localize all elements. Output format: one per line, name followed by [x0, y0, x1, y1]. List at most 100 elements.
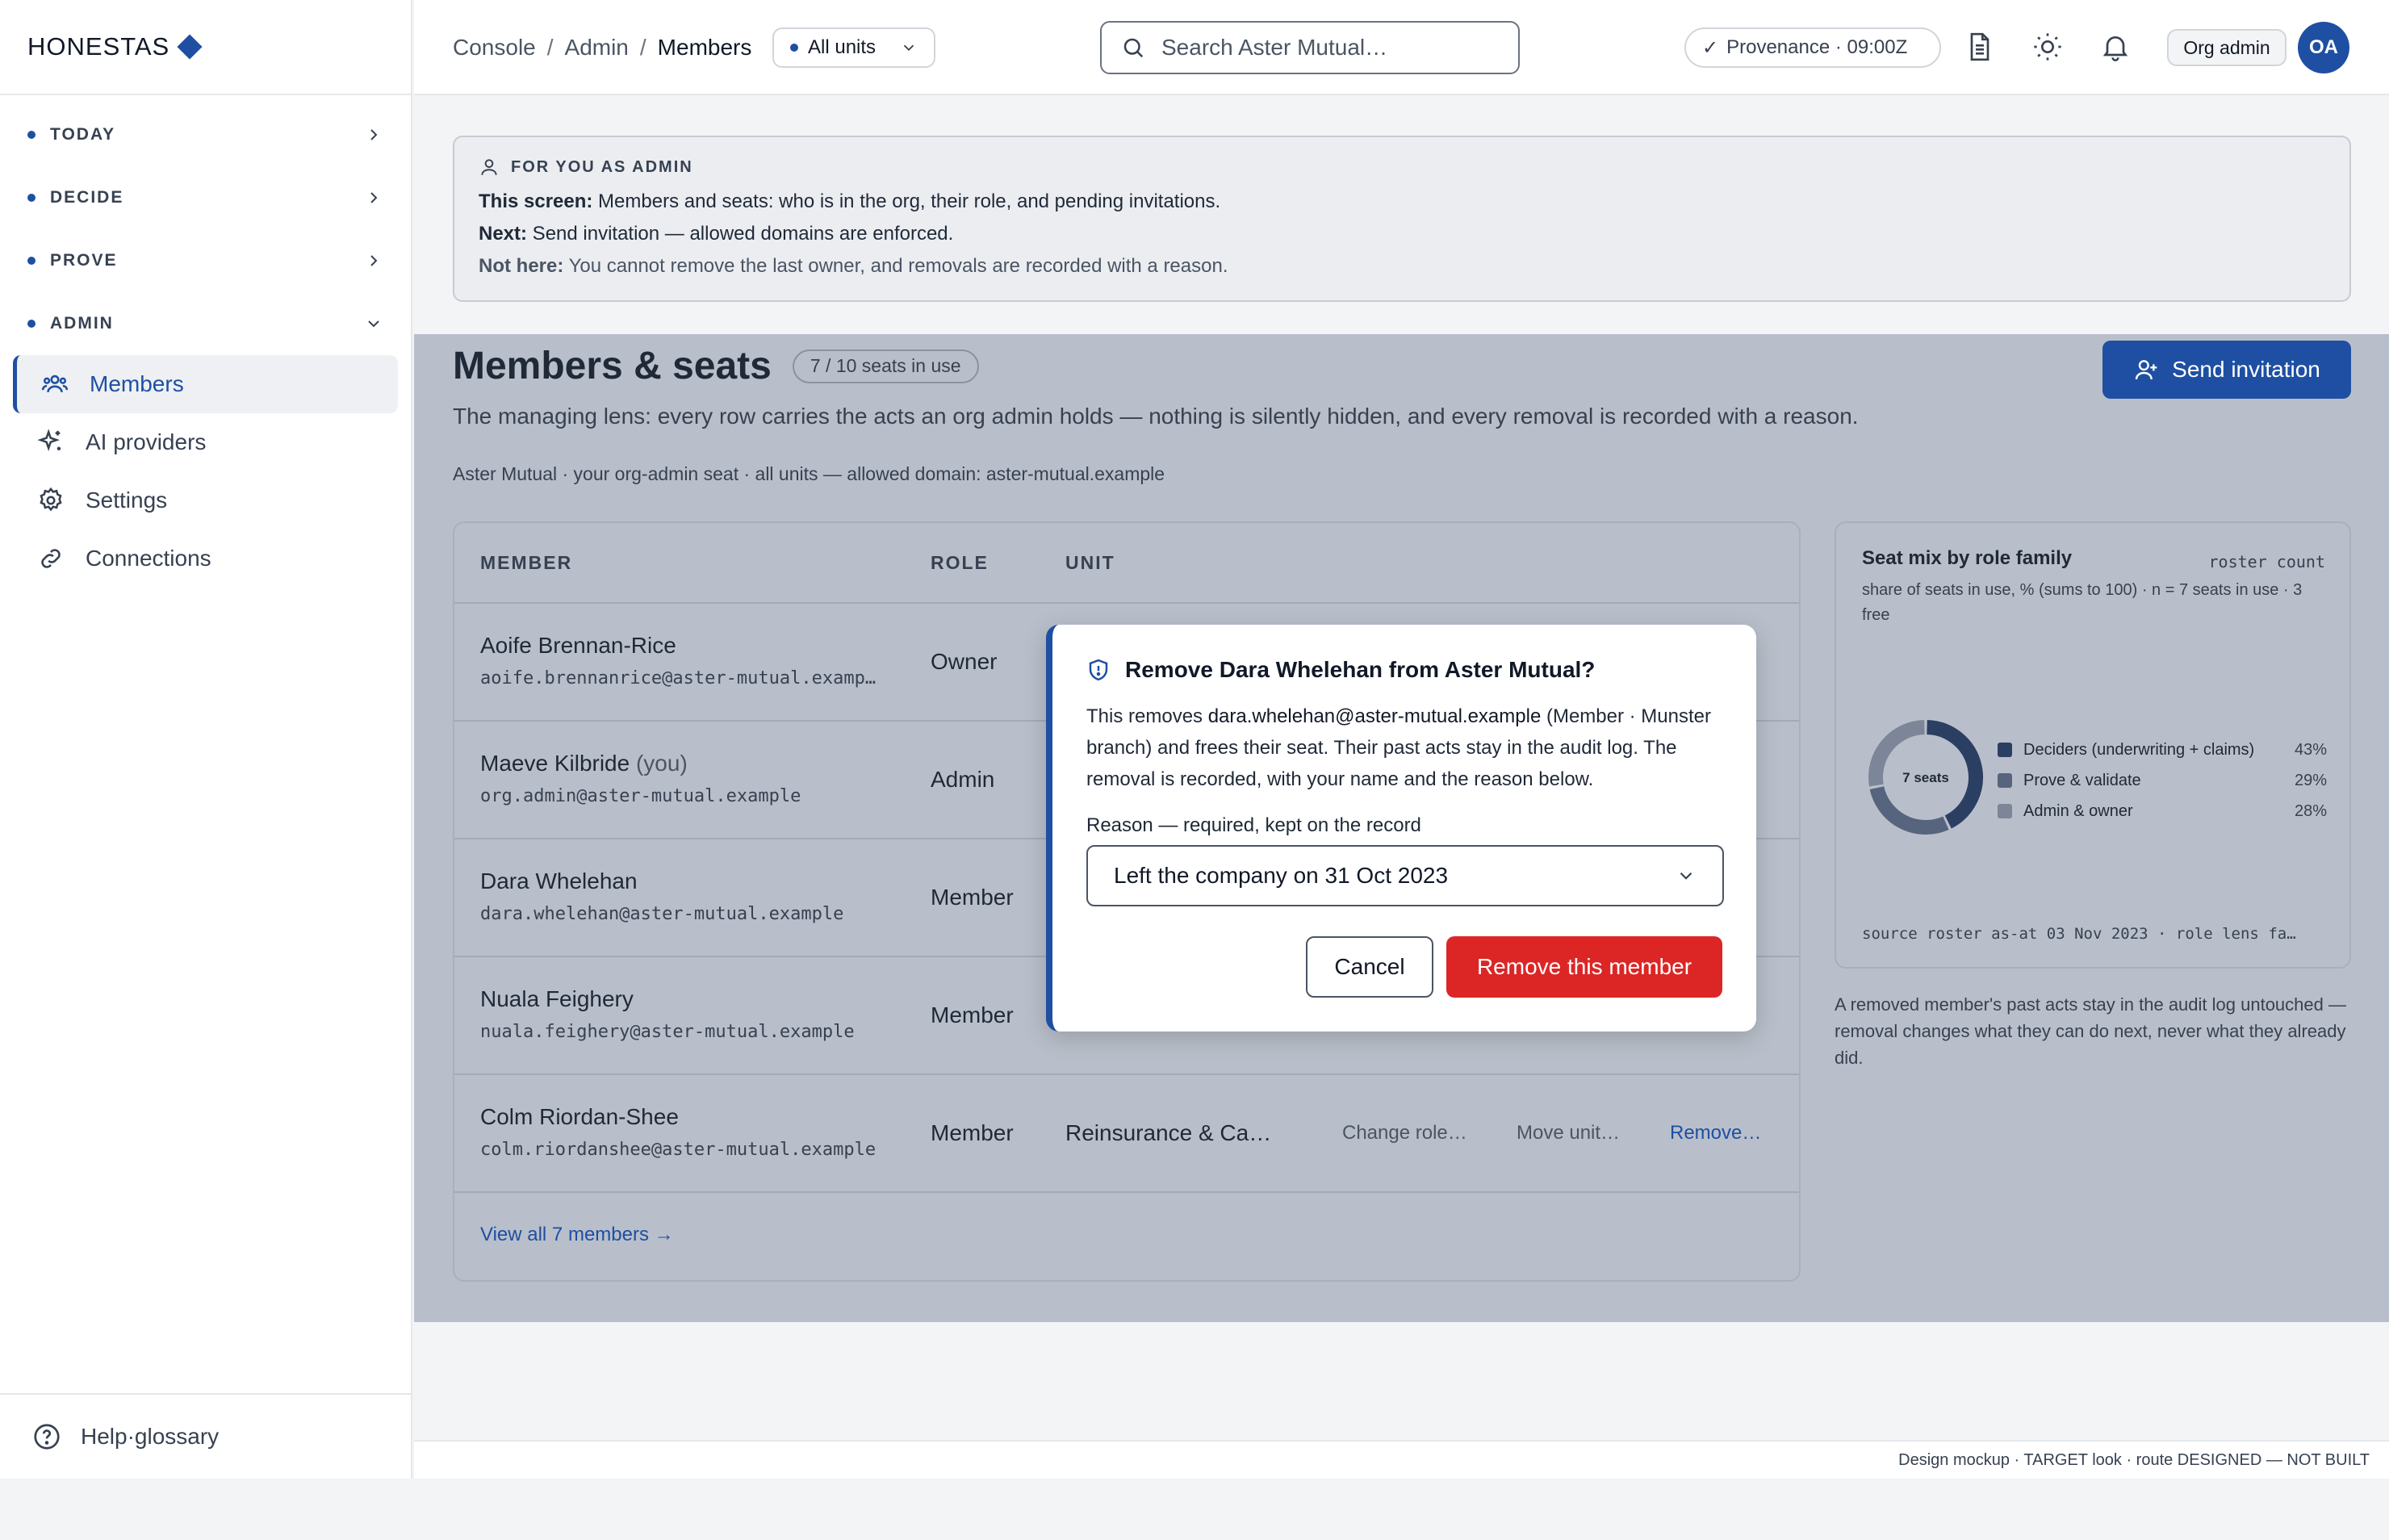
dialog-body-email: dara.whelehan@aster-mutual.example	[1207, 705, 1542, 727]
member-name-text: Dara Whelehan	[480, 868, 638, 893]
status-dot-icon	[790, 44, 798, 52]
nav-section-label: ADMIN	[50, 314, 114, 333]
legend-item: Prove & validate 29%	[1998, 765, 2327, 796]
chevron-down-icon	[903, 44, 914, 52]
units-dropdown[interactable]: All units	[772, 27, 935, 68]
legend-swatch	[1998, 804, 2012, 818]
brand-logo[interactable]: HONESTAS	[0, 0, 411, 95]
breadcrumb-members: Members	[657, 35, 752, 60]
nav-section-prove[interactable]: PROVE	[0, 229, 411, 292]
chart-corner-label: roster count	[2208, 552, 2326, 571]
donut-center-label: 7 seats	[1902, 770, 1949, 785]
sidebar-item-label: Connections	[86, 546, 211, 571]
breadcrumb-separator: /	[546, 35, 554, 60]
member-email: dara.whelehan@aster-mutual.example	[480, 904, 844, 924]
removal-footnote: A removed member's past acts stay in the…	[1835, 994, 2346, 1068]
chevron-right-icon	[370, 192, 378, 203]
sun-icon[interactable]	[2031, 31, 2064, 63]
column-header-member: MEMBER	[480, 551, 573, 573]
chevron-right-icon	[370, 255, 378, 266]
chevron-down-icon	[368, 320, 379, 328]
nav-section-admin[interactable]: ADMIN	[0, 292, 411, 355]
nav-section-label: PROVE	[50, 251, 118, 270]
legend-value: 29%	[2294, 771, 2327, 789]
member-role: Member	[931, 1120, 1014, 1145]
member-name-text: Nuala Feighery	[480, 986, 634, 1011]
avatar[interactable]: OA	[2298, 22, 2349, 73]
column-header-role: ROLE	[931, 551, 989, 573]
column-header-unit: UNIT	[1065, 551, 1115, 573]
page-lede: The managing lens: every row carries the…	[453, 404, 1859, 429]
sidebar-item-label: Members	[90, 371, 184, 396]
role-badge[interactable]: Org admin	[2167, 29, 2286, 66]
info-heading: FOR YOU AS ADMIN	[479, 157, 2325, 178]
help-icon	[34, 1424, 60, 1450]
change-role-link[interactable]: Change role…	[1342, 1122, 1467, 1145]
remove-member-button[interactable]: Remove this member	[1446, 936, 1722, 998]
chevron-down-icon	[1680, 872, 1692, 880]
user-icon	[481, 159, 497, 175]
donut-slice	[1869, 785, 1949, 835]
provenance-label: Provenance · 09:00Z	[1726, 36, 1908, 58]
info-label: Next:	[479, 223, 528, 245]
dialog-buttons: Cancel Remove this member	[1306, 936, 1722, 998]
content-below	[414, 1322, 2389, 1540]
member-unit: Reinsurance & Ca…	[1065, 1120, 1272, 1145]
help-glossary-link[interactable]: Help·glossary	[0, 1393, 411, 1479]
breadcrumb-admin[interactable]: Admin	[565, 35, 629, 61]
info-label: Not here:	[479, 255, 564, 277]
page-title: Members & seats	[453, 345, 772, 387]
you-marker: (you)	[630, 751, 688, 776]
nav-section-today[interactable]: TODAY	[0, 103, 411, 166]
provenance-badge[interactable]: ✓ Provenance · 09:00Z	[1684, 27, 1941, 68]
member-name: Maeve Kilbride (you)	[480, 751, 688, 776]
section-dot-icon	[27, 194, 36, 202]
nav-section-label: DECIDE	[50, 188, 124, 207]
topbar: Console / Admin / Members All units Sear…	[414, 0, 2389, 95]
link-icon	[41, 549, 61, 568]
seat-mix-chart-card: Seat mix by role family roster count sha…	[1835, 521, 2351, 969]
sidebar-item-members[interactable]: Members	[13, 355, 398, 413]
cancel-button[interactable]: Cancel	[1306, 936, 1433, 998]
chart-legend: Deciders (underwriting + claims) 43% Prove…	[1998, 734, 2327, 826]
member-role: Member	[931, 885, 1014, 910]
sidebar-item-ai-providers[interactable]: AI providers	[13, 413, 398, 471]
gear-icon	[40, 487, 62, 512]
section-dot-icon	[27, 131, 36, 139]
add-user-icon	[2135, 360, 2157, 380]
chart-subtitle: share of seats in use, % (sums to 100) ·…	[1862, 581, 2303, 624]
legend-item: Admin & owner 28%	[1998, 796, 2327, 826]
legend-swatch	[1998, 773, 2012, 788]
breadcrumb-separator: /	[639, 35, 646, 60]
section-dot-icon	[27, 320, 36, 328]
sidebar-item-settings[interactable]: Settings	[13, 471, 398, 529]
table-row: Colm Riordan-Shee colm.riordanshee@aster…	[454, 1075, 1799, 1193]
legend-label: Prove & validate	[2023, 771, 2141, 789]
document-icon[interactable]	[1964, 31, 1996, 63]
section-dot-icon	[27, 257, 36, 265]
search-icon	[1123, 38, 1144, 58]
footer-text: Design mockup · TARGET look · route DESI…	[1898, 1451, 2370, 1469]
sidebar-item-connections[interactable]: Connections	[13, 529, 398, 588]
reason-label: Reason — required, kept on the record	[1086, 814, 1421, 836]
legend-value: 43%	[2294, 740, 2327, 759]
footer-bar: Design mockup · TARGET look · route DESI…	[414, 1440, 2389, 1479]
info-text: Members and seats: who is in the org, th…	[592, 190, 1221, 212]
view-all-members-link[interactable]: View all 7 members →	[480, 1224, 674, 1246]
bell-icon[interactable]	[2099, 31, 2132, 63]
legend-label: Deciders (underwriting + claims)	[2023, 740, 2255, 759]
check-icon: ✓	[1702, 36, 1719, 59]
breadcrumb-console[interactable]: Console	[453, 35, 536, 61]
member-name: Colm Riordan-Shee	[480, 1104, 679, 1130]
diamond-icon	[177, 34, 203, 60]
brand-name: HONESTAS	[27, 32, 170, 61]
admin-info-box: FOR YOU AS ADMIN This screen: Members an…	[453, 136, 2351, 302]
reason-select[interactable]: Left the company on 31 Oct 2023	[1086, 845, 1724, 906]
move-unit-link[interactable]: Move unit…	[1517, 1122, 1620, 1145]
remove-member-link[interactable]: Remove…	[1670, 1122, 1761, 1145]
send-invitation-button[interactable]: Send invitation	[2102, 341, 2351, 399]
dialog-body-text: This removes	[1086, 705, 1208, 727]
nav-section-decide[interactable]: DECIDE	[0, 166, 411, 229]
search-input[interactable]: Search Aster Mutual…	[1100, 21, 1520, 74]
help-label: Help·glossary	[81, 1424, 220, 1449]
